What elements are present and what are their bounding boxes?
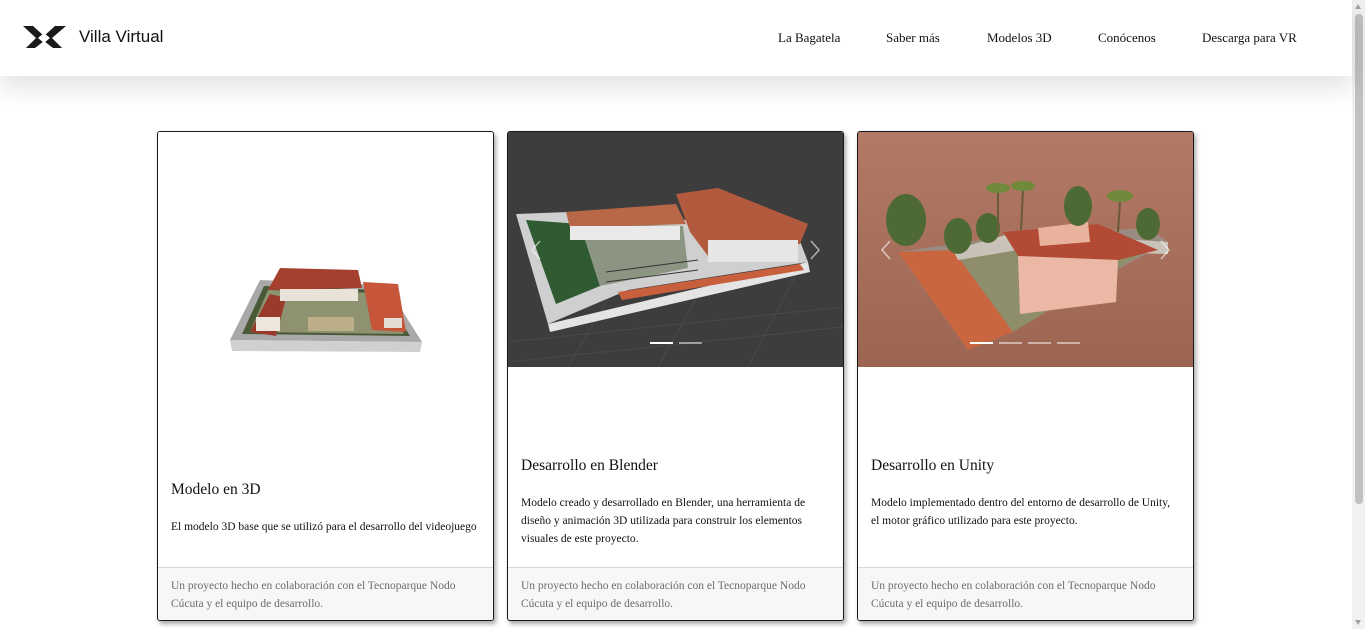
card-text: El modelo 3D base que se utilizó para el… (171, 521, 477, 533)
carousel-indicator[interactable] (650, 342, 673, 344)
scroll-up-icon[interactable] (1355, 4, 1361, 9)
card-blender: Desarrollo en Blender Modelo creado y de… (507, 131, 844, 621)
card-title: Desarrollo en Unity (871, 457, 995, 474)
vv-logo-icon (23, 26, 66, 48)
card-title: Modelo en 3D (171, 481, 261, 498)
carousel-indicator[interactable] (1057, 342, 1080, 344)
chevron-right-icon[interactable] (809, 239, 821, 261)
card-text: Modelo creado y desarrollado en Blender,… (521, 497, 806, 545)
card-footer: Un proyecto hecho en colaboración con el… (858, 567, 1193, 620)
carousel-indicators (858, 342, 1193, 345)
chevron-right-icon[interactable] (1159, 239, 1171, 261)
carousel-indicators (508, 342, 843, 345)
brand-title: Villa Virtual (79, 26, 164, 46)
card-unity: Desarrollo en Unity Modelo implementado … (857, 131, 1194, 621)
nav-item-la-bagatela[interactable]: La Bagatela (778, 30, 840, 46)
card-modelo-3d: Modelo en 3D El modelo 3D base que se ut… (157, 131, 494, 621)
brand[interactable]: Villa Virtual (22, 23, 163, 50)
nav-item-conocenos[interactable]: Conócenos (1098, 30, 1156, 46)
card-footer-text: Un proyecto hecho en colaboración con el… (171, 580, 456, 610)
carousel-indicator[interactable] (679, 342, 702, 344)
card-footer: Un proyecto hecho en colaboración con el… (508, 567, 843, 620)
blender-carousel-image (508, 132, 843, 367)
chevron-left-icon[interactable] (880, 239, 892, 261)
carousel-indicator[interactable] (970, 342, 993, 344)
card-footer-text: Un proyecto hecho en colaboración con el… (871, 580, 1156, 610)
nav-item-saber-mas[interactable]: Saber más (886, 30, 940, 46)
nav-item-descarga-vr[interactable]: Descarga para VR (1202, 30, 1297, 46)
card-title: Desarrollo en Blender (521, 457, 658, 474)
card-footer-text: Un proyecto hecho en colaboración con el… (521, 580, 806, 610)
carousel-indicator[interactable] (999, 342, 1022, 344)
model-3d-image (158, 132, 493, 367)
card-footer: Un proyecto hecho en colaboración con el… (158, 567, 493, 620)
card-text: Modelo implementado dentro del entorno d… (871, 497, 1171, 527)
scroll-down-icon[interactable] (1355, 620, 1361, 625)
page-scrollbar[interactable] (1352, 0, 1365, 629)
carousel-indicator[interactable] (1028, 342, 1051, 344)
unity-carousel-image (858, 132, 1193, 367)
scrollbar-thumb[interactable] (1355, 14, 1363, 504)
chevron-left-icon[interactable] (530, 239, 542, 261)
nav-item-modelos-3d[interactable]: Modelos 3D (987, 30, 1052, 46)
navbar: Villa Virtual La Bagatela Saber más Mode… (0, 0, 1352, 76)
